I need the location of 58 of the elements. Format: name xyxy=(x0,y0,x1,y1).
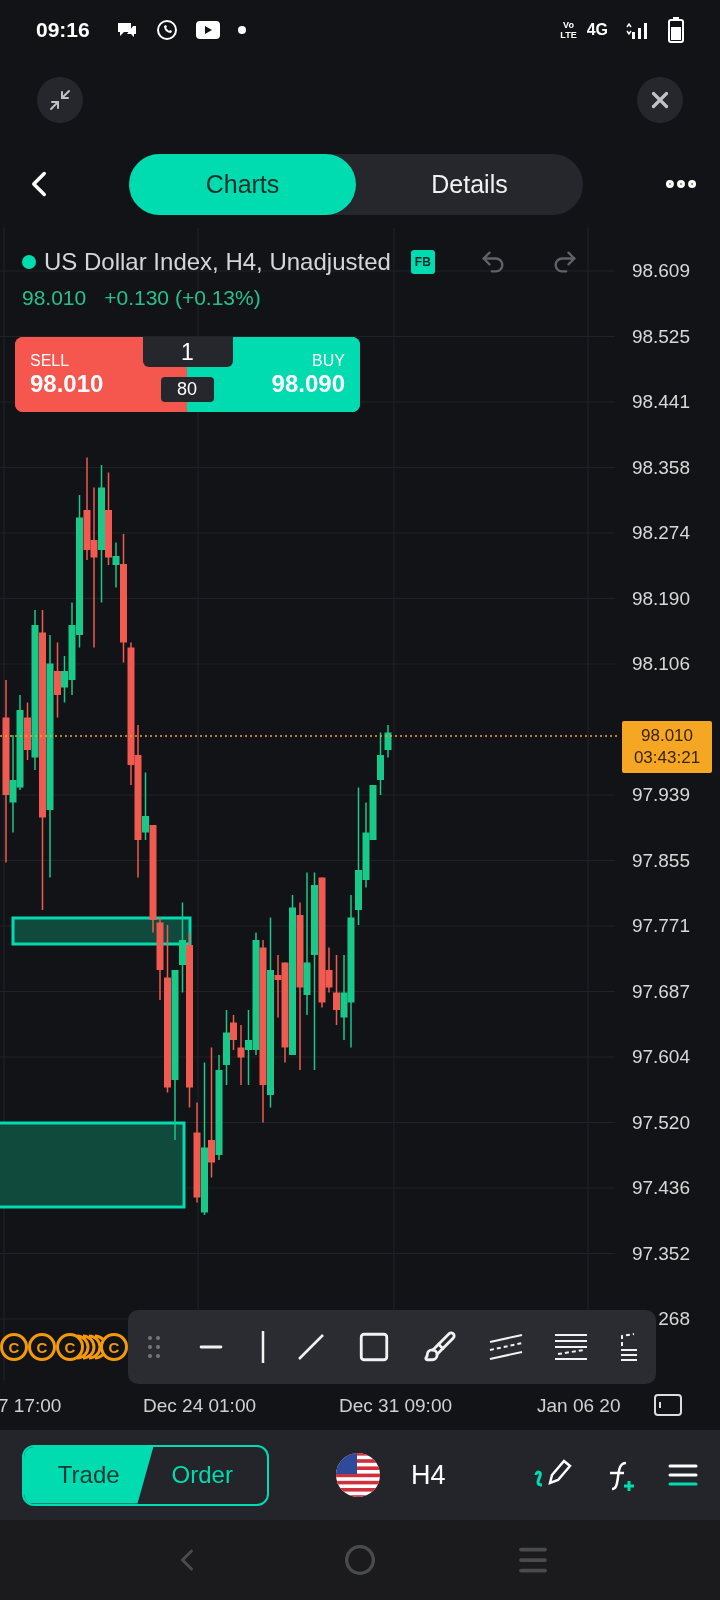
whatsapp-icon xyxy=(155,19,178,41)
axis-label: 268 xyxy=(658,1308,690,1330)
notification-dot-icon xyxy=(237,26,246,34)
axis-label: 98.274 xyxy=(631,522,690,544)
axis-label: 97.436 xyxy=(631,1177,690,1199)
axis-label: 97.939 xyxy=(631,784,690,806)
axis-label: Dec 31 09:00 xyxy=(339,1395,453,1417)
screen-toggle-icon[interactable] xyxy=(654,1394,682,1416)
rectangle-icon[interactable] xyxy=(357,1330,391,1364)
axis-label: 98.441 xyxy=(631,391,690,413)
axis-label: 98.190 xyxy=(631,587,690,610)
timeframe-selector[interactable]: H4 xyxy=(411,1459,446,1491)
minimize-icon xyxy=(48,88,72,112)
brush-icon[interactable] xyxy=(422,1330,457,1364)
current-price: 98.010 xyxy=(641,725,693,747)
status-time: 09:16 xyxy=(36,18,90,42)
price-change: +0.130 (+0.13%) xyxy=(104,286,261,310)
tab[interactable]: Charts xyxy=(129,153,356,215)
quantity-field[interactable]: 1 xyxy=(142,337,233,367)
mode-tab[interactable]: Trade xyxy=(24,1446,154,1504)
axis-label: 97.771 xyxy=(631,915,690,937)
tab[interactable]: Details xyxy=(356,153,583,215)
event-marker: C xyxy=(0,1333,28,1361)
vertical-line-icon[interactable] xyxy=(259,1331,266,1363)
drag-handle-icon[interactable] xyxy=(148,1335,162,1359)
instrument-title: US Dollar Index, H4, Unadjusted xyxy=(44,248,391,276)
parallel-channel-icon[interactable] xyxy=(488,1334,523,1360)
axis-label: 97.855 xyxy=(631,849,690,872)
spread-value: 80 xyxy=(160,377,214,402)
battery-icon xyxy=(668,17,684,43)
event-marker: C xyxy=(100,1333,128,1361)
axis-label: Dec 24 01:00 xyxy=(143,1395,257,1417)
menu-icon[interactable] xyxy=(668,1463,698,1487)
network-type: 4G xyxy=(586,21,608,39)
axis-label: 97.520 xyxy=(631,1111,690,1134)
axis-label: 97.687 xyxy=(631,980,690,1003)
event-marker: C xyxy=(56,1333,84,1361)
last-price: 98.010 xyxy=(22,286,87,310)
minimize-button[interactable] xyxy=(37,77,83,123)
broker-badge: FB xyxy=(410,250,435,274)
fibonacci-lines-icon[interactable] xyxy=(554,1333,589,1361)
signal-icon xyxy=(626,20,650,40)
status-dot xyxy=(22,255,36,269)
axis-label: 98.525 xyxy=(631,325,690,348)
axis-label: 98.358 xyxy=(631,456,690,479)
close-button[interactable] xyxy=(637,77,683,123)
fibonacci-extension-icon[interactable] xyxy=(620,1332,638,1362)
volte-indicator: Vo LTE xyxy=(560,20,577,40)
axis-label: 97.352 xyxy=(631,1242,690,1265)
axis-label: 98.106 xyxy=(631,653,690,675)
axis-label: 97.604 xyxy=(631,1046,690,1068)
axis-label: 98.609 xyxy=(631,260,690,282)
event-marker: C xyxy=(28,1333,56,1361)
axis-label: Jan 06 20 xyxy=(537,1395,621,1417)
candle-countdown: 03:43:21 xyxy=(633,747,701,769)
video-play-icon xyxy=(195,21,220,39)
event-marker-stack-drawing xyxy=(74,1333,104,1361)
trend-line-icon[interactable] xyxy=(297,1333,326,1361)
